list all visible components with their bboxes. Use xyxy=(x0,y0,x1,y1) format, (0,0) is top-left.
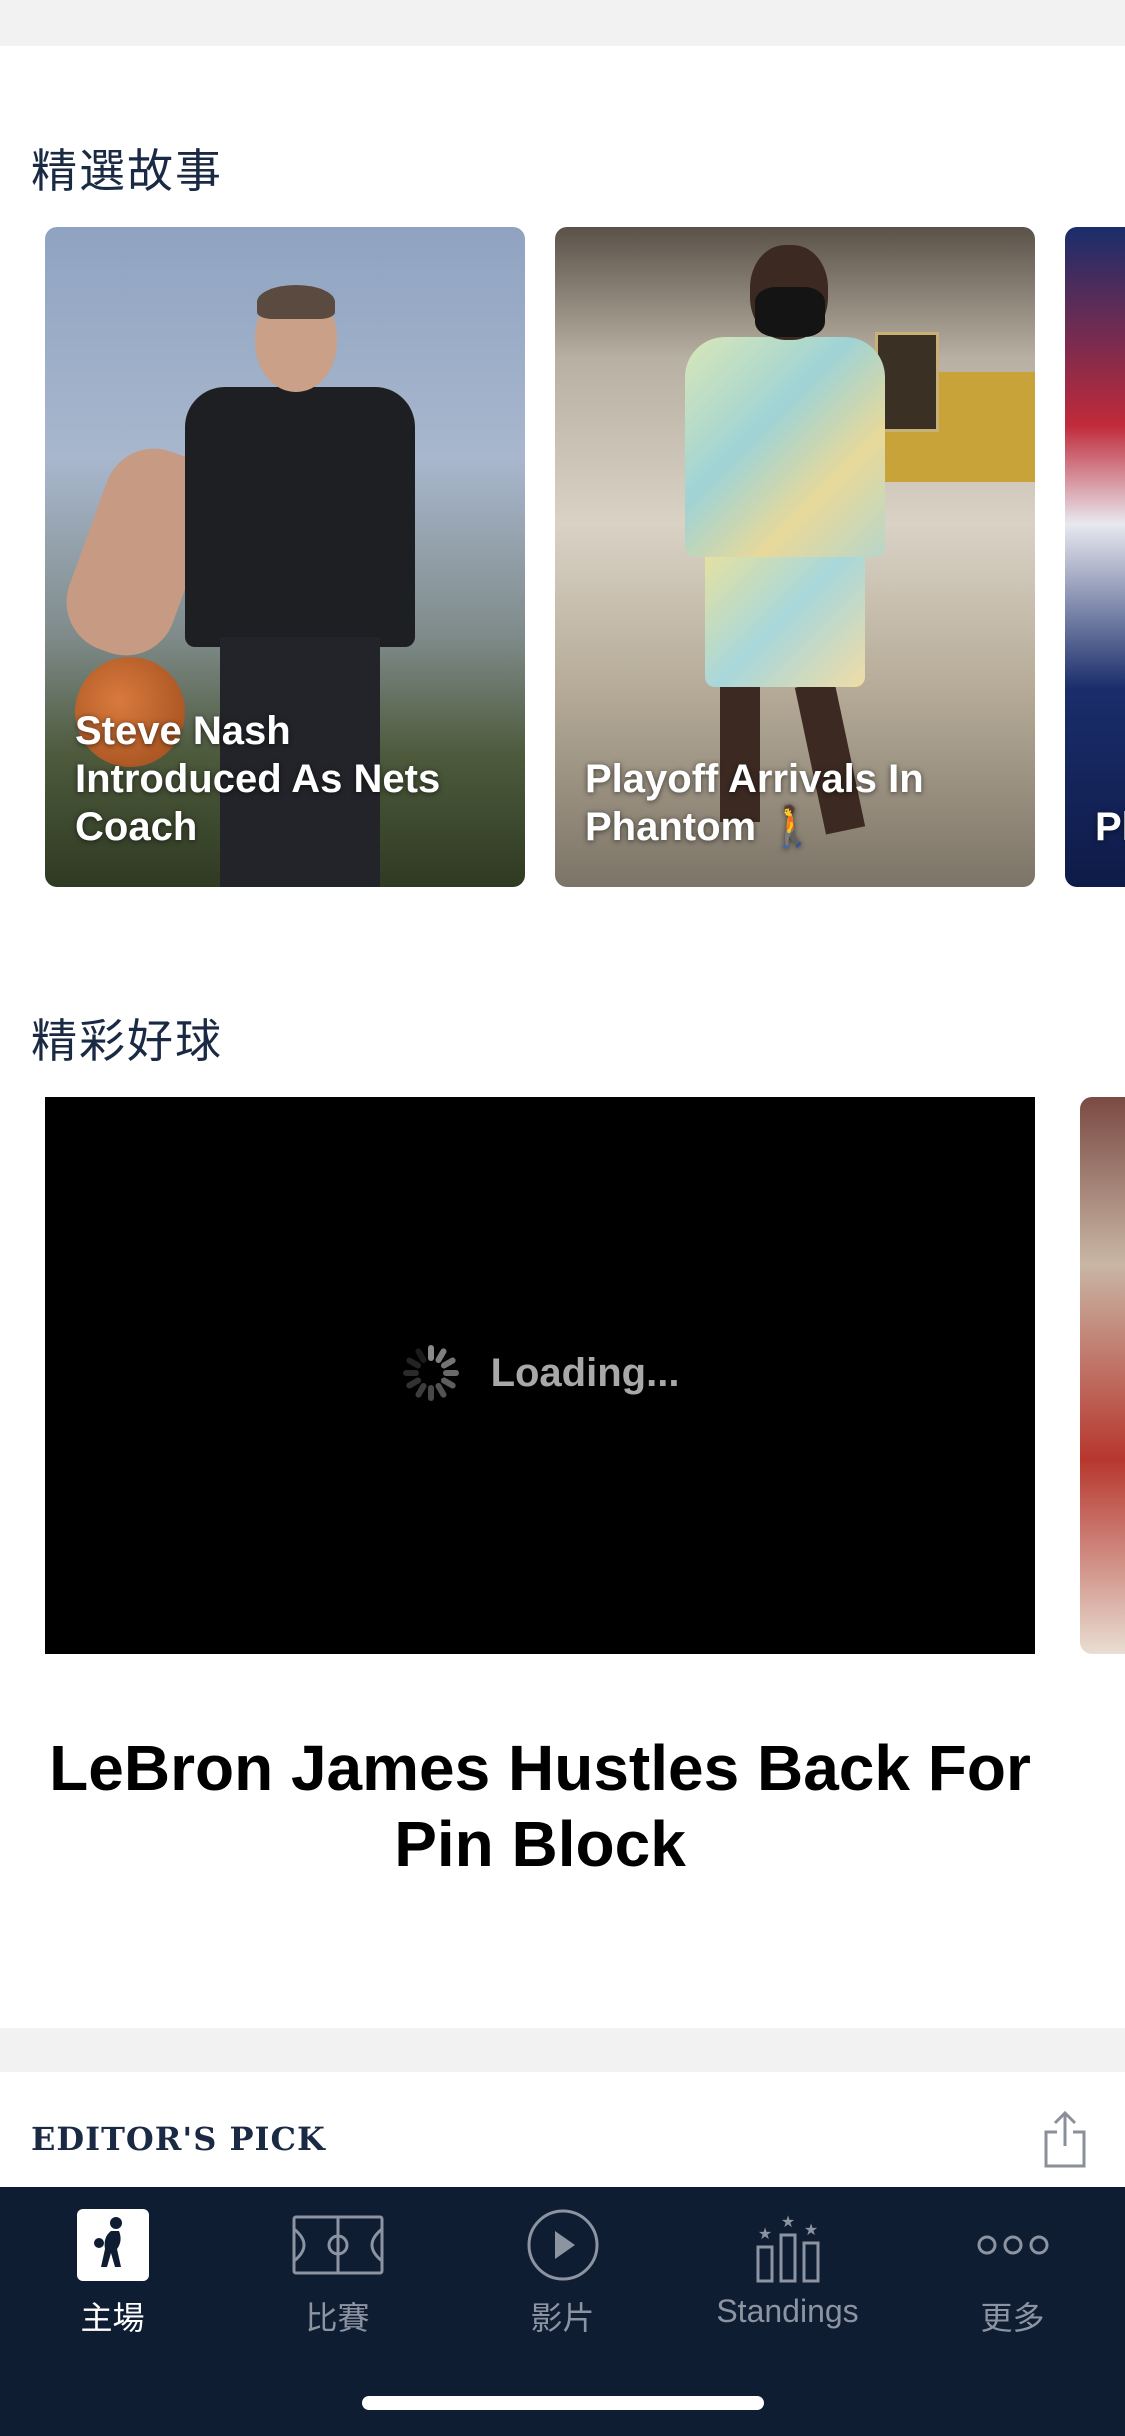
home-indicator[interactable] xyxy=(362,2396,764,2410)
top-gray-band xyxy=(0,0,1125,46)
section-separator xyxy=(0,2028,1125,2072)
tab-label: 更多 xyxy=(980,2300,1045,2336)
card-photo xyxy=(257,285,335,319)
tab-standings[interactable]: ★ ★ ★ Standings xyxy=(675,2207,900,2337)
card-caption: Steve Nash Introduced As Nets Coach xyxy=(75,709,441,849)
tab-label: 主場 xyxy=(80,2300,145,2336)
featured-card-partial[interactable]: Pl xyxy=(1065,227,1125,887)
editors-pick-title: EDITOR'S PICK xyxy=(31,2120,326,2158)
featured-card-nash[interactable]: Steve Nash Introduced As Nets Coach xyxy=(45,227,525,887)
play-circle-icon xyxy=(527,2209,598,2281)
card-photo xyxy=(185,387,415,647)
share-icon[interactable] xyxy=(1040,2110,1090,2170)
video-player[interactable]: Loading... xyxy=(45,1097,1035,1654)
loading-indicator: Loading... xyxy=(45,1343,1035,1403)
tab-home[interactable]: 主場 xyxy=(0,2207,225,2337)
card-caption: Playoff Arrivals In Phantom 🚶 xyxy=(585,757,924,849)
highlights-section-title: 精彩好球 xyxy=(31,1014,223,1068)
tab-label: Standings xyxy=(716,2293,859,2329)
tab-more[interactable]: 更多 xyxy=(900,2207,1125,2337)
spinner-icon xyxy=(401,1343,461,1403)
more-dots-icon xyxy=(977,2235,1048,2255)
loading-text: Loading... xyxy=(490,1350,680,1395)
svg-text:★: ★ xyxy=(803,2220,817,2239)
svg-text:★: ★ xyxy=(757,2224,771,2243)
card-photo xyxy=(705,547,865,687)
nba-logo-icon xyxy=(76,2209,149,2281)
svg-text:★: ★ xyxy=(780,2212,794,2231)
video-title[interactable]: LeBron James Hustles Back For Pin Block xyxy=(45,1730,1035,1882)
tab-videos[interactable]: 影片 xyxy=(450,2207,675,2337)
card-photo xyxy=(755,287,825,337)
featured-card-arrivals[interactable]: Playoff Arrivals In Phantom 🚶 xyxy=(555,227,1035,887)
tab-label: 比賽 xyxy=(305,2300,370,2336)
court-icon xyxy=(292,2215,383,2275)
card-photo xyxy=(685,337,885,557)
card-caption: Pl xyxy=(1095,805,1125,849)
standings-icon: ★ ★ ★ xyxy=(756,2212,819,2283)
next-video-card[interactable] xyxy=(1080,1097,1125,1654)
tab-games[interactable]: 比賽 xyxy=(225,2207,450,2337)
featured-section-title: 精選故事 xyxy=(31,144,223,198)
tab-label: 影片 xyxy=(530,2300,595,2336)
